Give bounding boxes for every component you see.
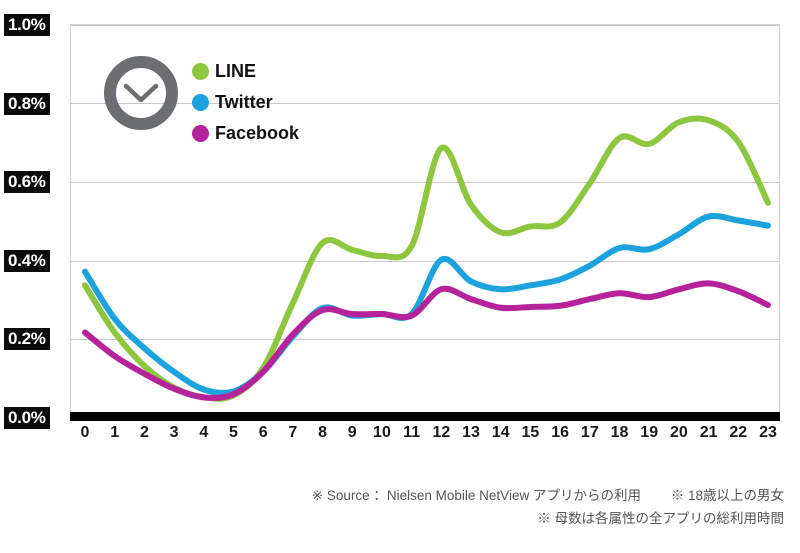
x-axis-tick-label: 18 [610, 424, 629, 441]
x-axis-tick-label: 8 [318, 424, 328, 441]
legend-swatch-line-icon [192, 63, 209, 80]
x-axis-tick-label: 13 [462, 424, 480, 441]
x-axis-tick-label: 12 [432, 424, 451, 441]
legend-swatch-twitter-icon [192, 94, 209, 111]
x-axis-tick-label: 0 [80, 424, 90, 441]
chart-legend: LINE Twitter Facebook [192, 56, 299, 149]
x-axis-tick-label: 21 [699, 424, 718, 441]
x-axis-tick-label: 22 [729, 424, 748, 441]
footnote-line-1: ※ Source ：Nielsen Mobile NetView アプリからの利… [0, 484, 784, 507]
y-axis-tick-label: 0.6% [4, 171, 50, 194]
y-axis-tick-label: 1.0% [4, 14, 50, 36]
series-line-line [82, 115, 771, 402]
x-axis-tick-label: 11 [403, 424, 421, 441]
x-axis-tick-label: 9 [347, 424, 357, 441]
footnote-source: ※ Source ：Nielsen Mobile NetView アプリからの利… [311, 488, 641, 503]
x-axis-tick-label: 4 [199, 424, 209, 441]
x-axis-tick-label: 6 [258, 424, 268, 441]
y-axis-tick-label: 0.8% [4, 92, 50, 115]
footnote-line-2: ※ 母数は各属性の全アプリの総利用時間 [537, 511, 784, 526]
x-axis-tick-label: 14 [491, 424, 510, 441]
x-axis-tick-label: 10 [373, 424, 391, 441]
y-axis-tick-label: 0.0% [4, 407, 50, 429]
x-axis-tick-label: 7 [288, 424, 298, 441]
x-axis-tick-label: 1 [110, 424, 120, 441]
footnotes: ※ Source ：Nielsen Mobile NetView アプリからの利… [0, 484, 784, 530]
legend-item-twitter[interactable]: Twitter [192, 87, 299, 118]
footnote-audience: ※ 18歳以上の男女 [670, 488, 784, 503]
x-axis-tick-label: 17 [580, 424, 599, 441]
x-axis-baseline [70, 412, 780, 421]
legend-item-line[interactable]: LINE [192, 56, 299, 87]
legend-label: LINE [215, 61, 257, 81]
legend-item-facebook[interactable]: Facebook [192, 118, 299, 149]
legend-swatch-facebook-icon [192, 125, 209, 142]
x-axis-tick-label: 20 [670, 424, 688, 441]
x-axis-labels: 0 1 2 3 4 5 6 7 8 9 10 11 12 13 14 15 16 17 18 19 20 21 22 23 [70, 424, 780, 450]
x-axis-tick-label: 5 [229, 424, 238, 441]
x-axis-tick-label: 19 [640, 424, 659, 441]
x-axis-tick-label: 23 [759, 424, 777, 441]
x-axis-tick-label: 15 [521, 424, 540, 441]
clock-icon [104, 56, 178, 130]
chart-container: 0.0% 0.2% 0.4% 0.6% 0.8% 1.0% 0 1 2 3 4 5 6 7 8 9 10 11 1… [0, 0, 800, 553]
legend-label: Twitter [215, 92, 273, 112]
x-axis-tick-label: 2 [139, 424, 149, 441]
y-axis-tick-label: 0.4% [4, 249, 50, 272]
x-axis-tick-label: 3 [169, 424, 179, 441]
y-axis-tick-label: 0.2% [4, 328, 50, 351]
x-axis-tick-label: 16 [551, 424, 570, 441]
legend-label: Facebook [215, 123, 300, 143]
